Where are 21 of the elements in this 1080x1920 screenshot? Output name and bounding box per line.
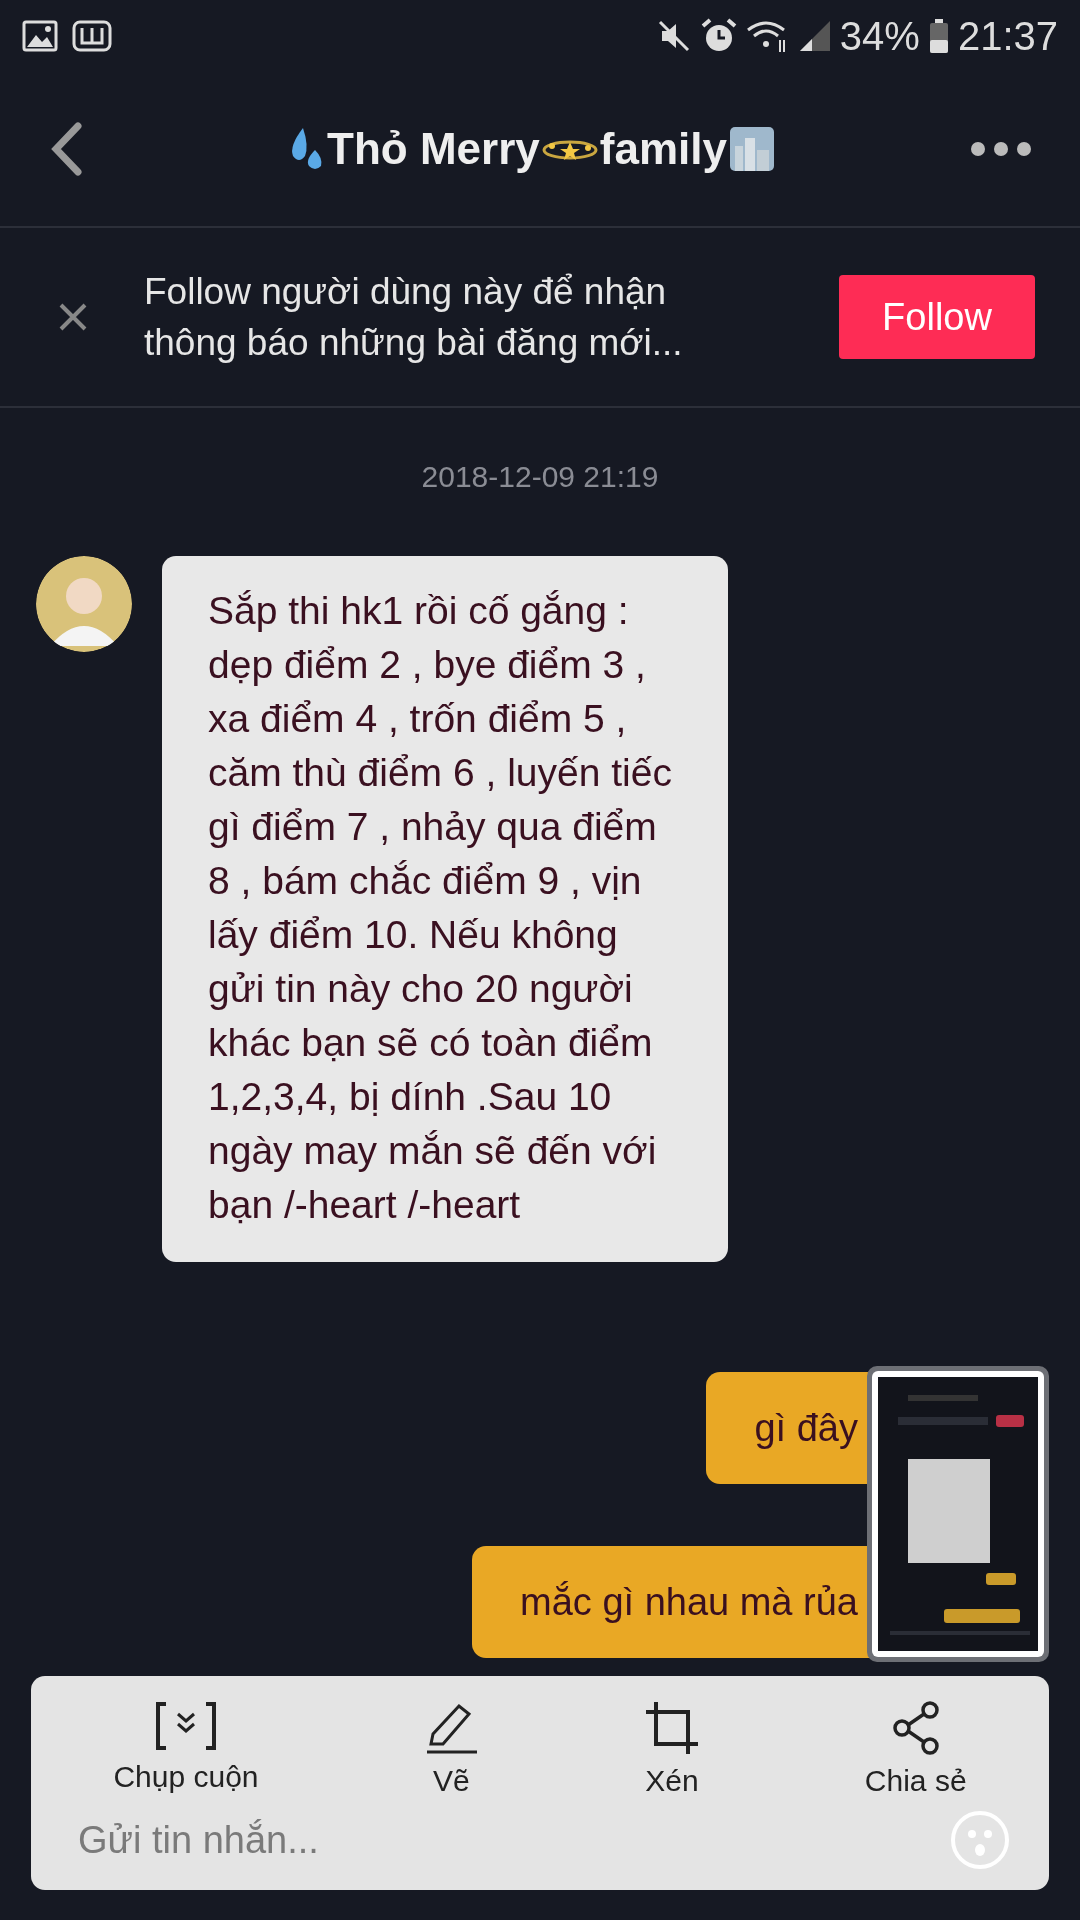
toolbar-action[interactable]: Xén <box>644 1700 701 1798</box>
close-button[interactable] <box>58 302 88 332</box>
crop-icon <box>644 1700 701 1756</box>
scroll-capture-icon <box>153 1700 218 1752</box>
follow-button[interactable]: Follow <box>839 275 1035 359</box>
more-button[interactable] <box>970 141 1032 157</box>
clock: 21:37 <box>957 13 1058 59</box>
cityscape-icon <box>728 126 775 172</box>
app-icon <box>72 19 112 53</box>
toolbar-action[interactable]: Vẽ <box>423 1700 480 1798</box>
chat-title: Thỏ Merry <box>327 124 540 174</box>
gallery-icon <box>22 20 58 52</box>
toolbar-action[interactable]: Chia sẻ <box>864 1700 967 1798</box>
battery-percent: 34% <box>839 13 920 59</box>
toolbar-action[interactable]: Chụp cuộn <box>113 1700 259 1794</box>
chat-title: family <box>599 124 727 174</box>
follow-prompt: Follow người dùng này để nhận thông báo những bài đăng mới... <box>144 270 684 365</box>
avatar[interactable] <box>36 556 132 652</box>
battery-icon <box>927 18 950 54</box>
timestamp: 2018-12-09 21:19 <box>421 460 659 494</box>
message-bubble: Sắp thi hk1 rồi cố gắng : dẹp điểm 2 , bye điểm 3 , xa điểm 4 , trốn điểm 5 , căm thù điểm 6 , luyến tiếc gì điểm 7 , nhảy qua điểm 8 , bám chắc điểm 9 , vịn lấy điểm 10. Nếu không gửi tin này cho 20 người khác bạn sẽ có toàn điểm 1,2,3,4, bị dính .Sau 10 ngày may mắn sẽ đến với bạn /-heart /-heart <box>162 556 728 1262</box>
